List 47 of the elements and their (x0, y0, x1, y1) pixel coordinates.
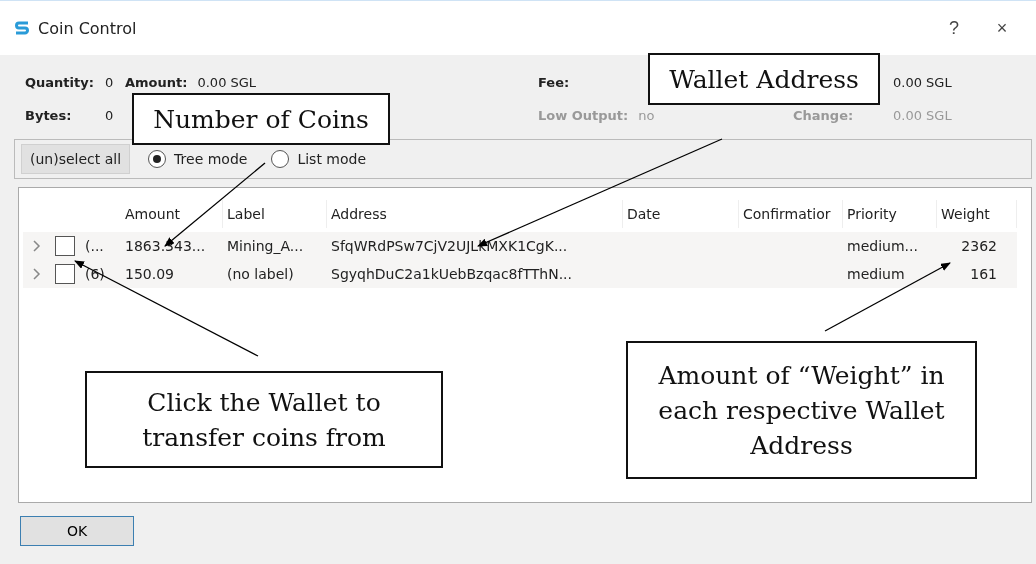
column-header[interactable]: Date (623, 200, 739, 228)
callout-note: Amount of “Weight” in each respective Wallet Address (626, 341, 977, 479)
mode-radio[interactable]: List mode (265, 150, 373, 168)
callout-note: Click the Wallet to transfer coins from (85, 371, 443, 468)
summary-label: Fee: (538, 75, 571, 90)
row-checkbox[interactable] (55, 264, 75, 284)
table-cell-text: SgyqhDuC2a1kUebBzqac8fTThN... (330, 266, 573, 282)
close-button[interactable]: × (982, 17, 1022, 39)
table-cell-text: (... (84, 238, 105, 254)
summary-label: Change: (793, 108, 855, 123)
callout-note: Wallet Address (648, 53, 880, 105)
table-cell-text: 2362 (960, 238, 998, 254)
expand-icon[interactable] (33, 240, 41, 252)
summary-value: 0.00 SGL (893, 108, 952, 123)
table-cell-text: 150.09 (124, 266, 175, 282)
summary-label: Low Output: (538, 108, 629, 123)
window-title: Coin Control (38, 18, 138, 38)
summary-label: Quantity: (25, 75, 95, 90)
table-cell-text: medium... (846, 238, 919, 254)
column-header[interactable]: Weight (937, 200, 1017, 228)
column-header[interactable]: Priority (843, 200, 937, 228)
table-cell-text: 1863.343... (124, 238, 207, 254)
table-cell-text: medium (846, 266, 906, 282)
summary-value: 0.00 SGL (893, 75, 952, 90)
summary-value: 0.00 SGL (197, 75, 257, 90)
help-button[interactable]: ? (934, 17, 974, 39)
unselect-all-button[interactable]: (un)select all (21, 144, 131, 174)
table-cell-text: Mining_A... (226, 238, 305, 254)
table-cell-text: SfqWRdPSw7CjV2UJLkMXK1CgK... (330, 238, 569, 254)
expand-icon[interactable] (33, 268, 41, 280)
column-header[interactable]: Amount (121, 200, 223, 228)
table-cell-text: (6) (84, 266, 106, 282)
row-checkbox[interactable] (55, 236, 75, 256)
mode-radio[interactable]: Tree mode (142, 150, 254, 168)
column-header[interactable]: Address (327, 200, 623, 228)
summary-value: no (638, 108, 655, 123)
summary-value: 0 (105, 75, 114, 90)
ok-button[interactable]: OK (20, 516, 134, 546)
table-cell-text: 161 (969, 266, 998, 282)
column-header[interactable]: Label (223, 200, 327, 228)
summary-label: Amount: (125, 75, 188, 90)
logo-icon (14, 20, 30, 36)
summary-value: 0 (105, 108, 114, 123)
column-header[interactable]: Confirmatior (739, 200, 843, 228)
callout-note: Number of Coins (132, 93, 390, 145)
summary-label: Bytes: (25, 108, 73, 123)
table-cell-text: (no label) (226, 266, 295, 282)
